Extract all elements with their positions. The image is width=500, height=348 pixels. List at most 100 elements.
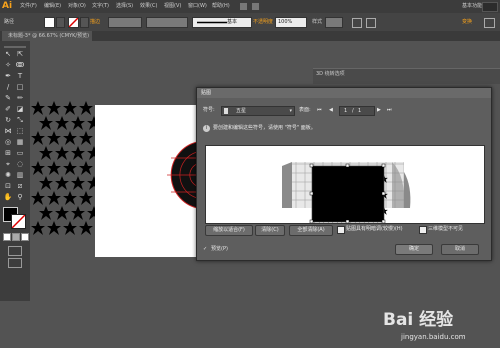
lasso-tool-icon[interactable]: ↂ bbox=[15, 61, 25, 70]
menu-select[interactable]: 选择(S) bbox=[116, 0, 133, 13]
surface-total: 1 bbox=[358, 108, 362, 114]
preview-check-icon[interactable]: ✓ bbox=[203, 245, 207, 253]
direct-selection-tool-icon[interactable]: ⇱ bbox=[15, 50, 25, 59]
eyedropper-tool-icon[interactable]: ⌖ bbox=[3, 160, 13, 169]
none-mode-icon[interactable] bbox=[21, 233, 29, 241]
star-shape bbox=[71, 146, 85, 160]
dialog-titlebar[interactable]: 贴图 bbox=[197, 88, 491, 98]
scale-tool-icon[interactable]: ⤡ bbox=[15, 116, 25, 125]
cancel-button[interactable]: 取消 bbox=[441, 244, 479, 255]
menu-view[interactable]: 视图(V) bbox=[164, 0, 181, 13]
rotate-tool-icon[interactable]: ↻ bbox=[3, 116, 13, 125]
pencil-tool-icon[interactable]: ✏ bbox=[15, 94, 25, 103]
stroke-label[interactable]: 描边 bbox=[90, 17, 100, 27]
menu-help[interactable]: 帮助(H) bbox=[212, 0, 230, 13]
star-shape bbox=[55, 206, 69, 220]
magic-wand-tool-icon[interactable]: ✧ bbox=[3, 61, 13, 70]
workspace-switcher[interactable]: 基本功能 bbox=[462, 1, 482, 11]
menu-object[interactable]: 对象(O) bbox=[68, 0, 86, 13]
star-shape bbox=[47, 101, 61, 115]
invisible-geometry-checkbox[interactable] bbox=[419, 226, 427, 234]
type-tool-icon[interactable]: T bbox=[15, 72, 25, 81]
star-shape bbox=[79, 191, 93, 205]
star-shape bbox=[55, 116, 69, 130]
star-shape bbox=[63, 101, 77, 115]
star-shape bbox=[79, 101, 93, 115]
screen-mode-icon[interactable] bbox=[8, 258, 22, 268]
3d-revolve-options-panel: 3D 绕转选项 bbox=[313, 68, 500, 84]
stroke-weight-field[interactable] bbox=[108, 17, 142, 28]
menu-edit[interactable]: 编辑(E) bbox=[44, 0, 61, 13]
paintbrush-tool-icon[interactable]: ✎ bbox=[3, 94, 13, 103]
menu-file[interactable]: 文件(F) bbox=[20, 0, 37, 13]
star-shape bbox=[47, 131, 61, 145]
slice-tool-icon[interactable]: ⧄ bbox=[15, 182, 25, 191]
star-shape bbox=[47, 191, 61, 205]
selection-tool-icon[interactable]: ↖ bbox=[3, 50, 13, 59]
stroke-dropdown-icon[interactable] bbox=[80, 17, 89, 28]
star-shape bbox=[39, 116, 53, 130]
surface-map-canvas bbox=[282, 162, 411, 224]
menu-window[interactable]: 窗口(W) bbox=[188, 0, 207, 13]
menu-type[interactable]: 文字(T) bbox=[92, 0, 109, 13]
brush-definition[interactable]: 基本 bbox=[192, 17, 252, 28]
gradient-mode-icon[interactable] bbox=[12, 233, 20, 241]
bridge-icon[interactable] bbox=[240, 3, 247, 10]
pen-tool-icon[interactable]: ✒ bbox=[3, 72, 13, 81]
ok-button[interactable]: 确定 bbox=[395, 244, 433, 255]
first-surface-icon[interactable]: ⏮ bbox=[317, 106, 322, 114]
column-graph-tool-icon[interactable]: ▥ bbox=[15, 171, 25, 180]
graphic-style-picker[interactable] bbox=[325, 17, 343, 28]
clear-button[interactable]: 清除(C) bbox=[255, 225, 285, 236]
shape-builder-tool-icon[interactable]: ◎ bbox=[3, 138, 13, 147]
shade-artwork-checkbox[interactable] bbox=[337, 226, 345, 234]
zoom-tool-icon[interactable]: ⚲ bbox=[15, 193, 25, 202]
fill-swatch[interactable] bbox=[44, 17, 55, 28]
variable-width-profile[interactable] bbox=[146, 17, 188, 28]
symbol-sprayer-tool-icon[interactable]: ✺ bbox=[3, 171, 13, 180]
fill-dropdown-icon[interactable] bbox=[56, 17, 65, 28]
transform-label[interactable]: 变换 bbox=[462, 17, 472, 27]
line-tool-icon[interactable]: / bbox=[3, 83, 13, 92]
surface-field[interactable]: 1 / 1 bbox=[339, 106, 375, 116]
reference-point-icon[interactable] bbox=[366, 18, 376, 28]
symbol-select[interactable]: 五星 ▾ bbox=[221, 106, 295, 116]
tools-panel-grip[interactable] bbox=[4, 46, 26, 48]
opacity-field[interactable]: 100% bbox=[275, 17, 307, 28]
mesh-tool-icon[interactable]: ⊞ bbox=[3, 149, 13, 158]
document-tab[interactable]: 未标题-3* @ 66.67% (CMYK/预览) bbox=[2, 31, 92, 41]
gradient-tool-icon[interactable]: ▭ bbox=[15, 149, 25, 158]
clear-all-button[interactable]: 全部清除(A) bbox=[289, 225, 333, 236]
rectangle-tool-icon[interactable]: □ bbox=[15, 83, 25, 92]
stock-icon[interactable] bbox=[252, 3, 259, 10]
blend-tool-icon[interactable]: ◌ bbox=[15, 160, 25, 169]
scale-to-fit-button[interactable]: 缩放以适合(F) bbox=[205, 225, 253, 236]
blob-brush-tool-icon[interactable]: ✐ bbox=[3, 105, 13, 114]
opacity-label[interactable]: 不透明度 bbox=[253, 17, 273, 27]
stroke-color-swatch[interactable] bbox=[11, 214, 26, 229]
surface-preview bbox=[205, 145, 485, 224]
surface-separator: / bbox=[352, 108, 354, 114]
control-bar: 路径 描边 基本 不透明度 100% 样式 变换 bbox=[0, 13, 500, 32]
panel-menu-icon[interactable] bbox=[484, 18, 495, 28]
eraser-tool-icon[interactable]: ◪ bbox=[15, 105, 25, 114]
star-shape bbox=[31, 101, 45, 115]
artboard-tool-icon[interactable]: ⊡ bbox=[3, 182, 13, 191]
last-surface-icon[interactable]: ⏭ bbox=[387, 106, 392, 114]
star-shape bbox=[39, 146, 53, 160]
menu-effect[interactable]: 效果(C) bbox=[140, 0, 157, 13]
free-transform-tool-icon[interactable]: ⬚ bbox=[15, 127, 25, 136]
stroke-swatch[interactable] bbox=[68, 17, 79, 28]
dialog-title: 贴图 bbox=[201, 90, 212, 96]
perspective-grid-tool-icon[interactable]: ▦ bbox=[15, 138, 25, 147]
align-icon[interactable] bbox=[352, 18, 362, 28]
next-surface-icon[interactable]: ▶ bbox=[377, 106, 381, 114]
width-tool-icon[interactable]: ⋈ bbox=[3, 127, 13, 136]
star-shape bbox=[31, 221, 45, 235]
drawing-mode-icon[interactable] bbox=[8, 246, 22, 256]
color-mode-icon[interactable] bbox=[3, 233, 11, 241]
hand-tool-icon[interactable]: ✋ bbox=[3, 193, 13, 202]
star-shape bbox=[79, 221, 93, 235]
prev-surface-icon[interactable]: ◀ bbox=[329, 106, 333, 114]
search-input[interactable] bbox=[482, 2, 498, 12]
